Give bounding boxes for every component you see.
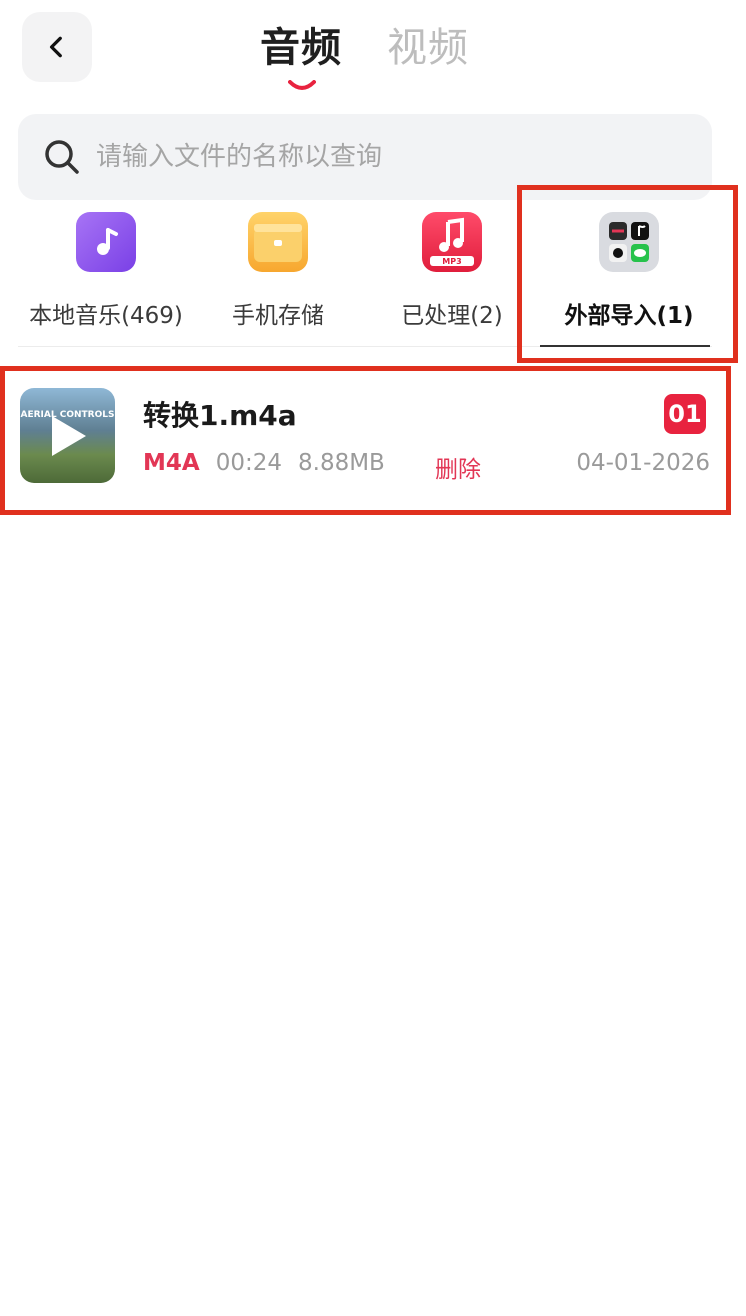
category-label: 已处理(2) xyxy=(401,303,503,329)
media-tabs: 音频 视频 xyxy=(0,18,746,98)
category-phone-storage[interactable]: 手机存储 xyxy=(188,208,368,348)
music-note-icon xyxy=(76,212,136,272)
folder-icon xyxy=(248,212,308,272)
tab-video[interactable]: 视频 xyxy=(387,18,469,78)
search-icon xyxy=(45,140,79,174)
tab-audio[interactable]: 音频 xyxy=(260,18,342,78)
svg-text:MP3: MP3 xyxy=(442,257,461,266)
search-input[interactable] xyxy=(96,142,712,172)
active-tab-indicator xyxy=(288,80,316,90)
category-label: 手机存储 xyxy=(232,303,324,329)
category-local-music[interactable]: 本地音乐(469) xyxy=(16,208,196,348)
highlight-box-file xyxy=(0,366,731,515)
category-processed[interactable]: MP3 已处理(2) xyxy=(362,208,542,348)
highlight-box-category xyxy=(517,185,738,363)
category-label: 本地音乐(469) xyxy=(29,303,183,329)
mp3-converter-icon: MP3 xyxy=(422,212,482,272)
